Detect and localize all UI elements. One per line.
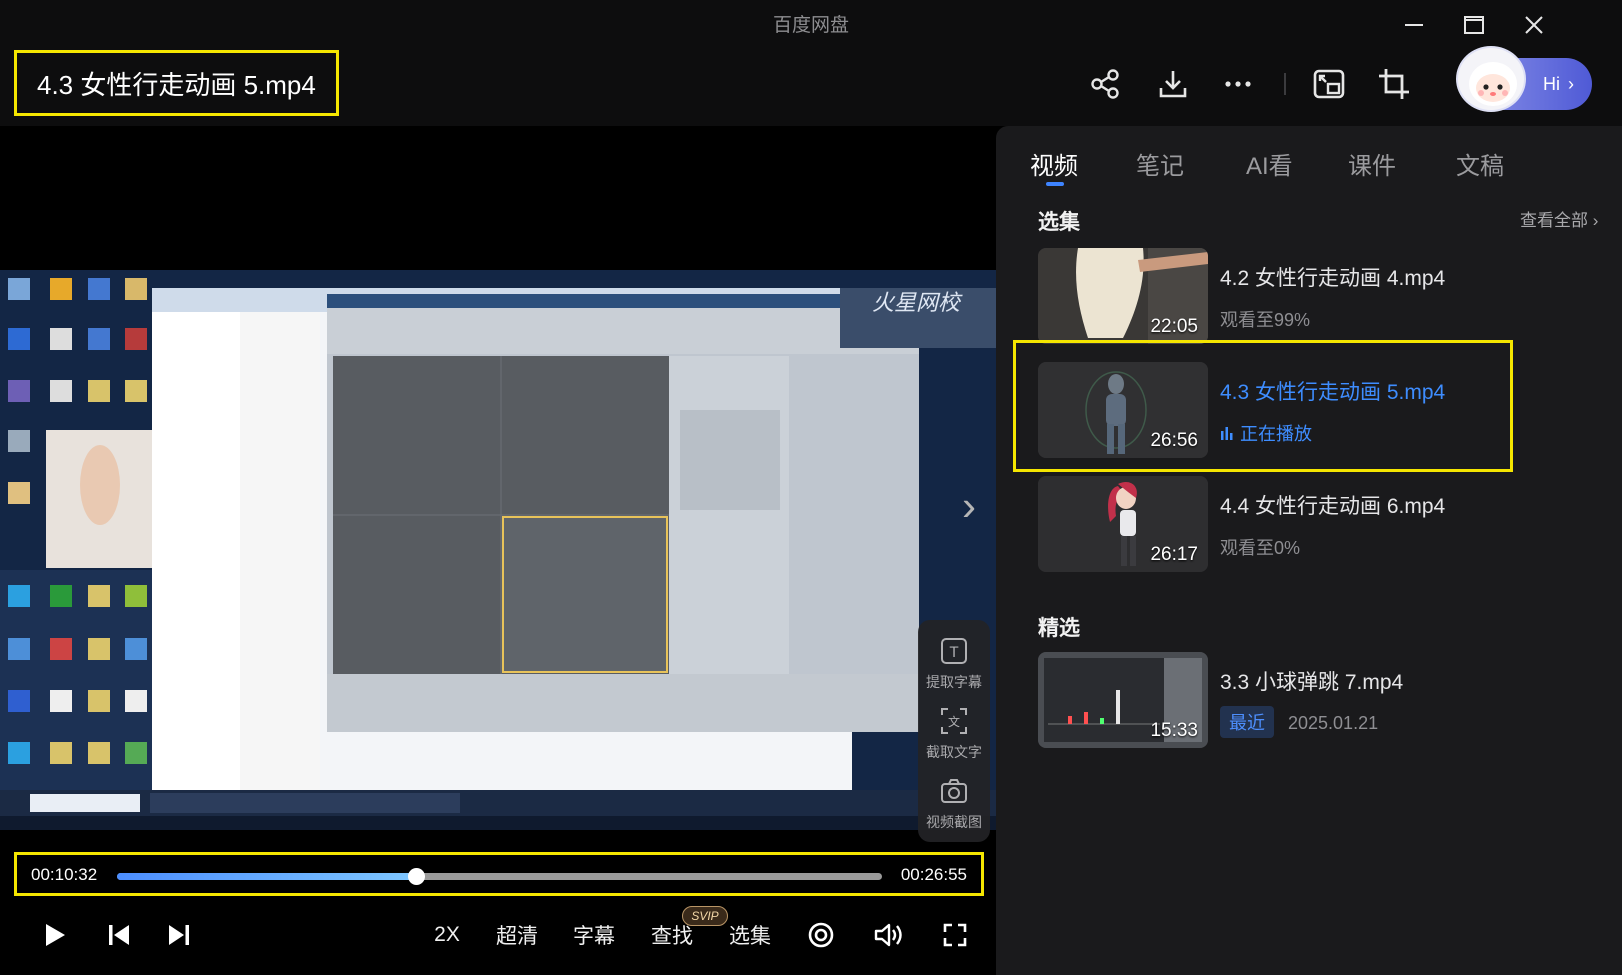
view-all-link[interactable]: 查看全部 › [1520, 206, 1598, 231]
chevron-right-icon: › [1568, 73, 1574, 94]
episode-title: 4.4 女性行走动画 6.mp4 [1220, 495, 1446, 518]
title-bar: 百度网盘 4.3 女性行走动画 5.mp4 Hi › [0, 0, 1622, 126]
featured-item[interactable]: 15:33 3.3 小球弹跳 7.mp4 最近 2025.01.21 [1038, 652, 1598, 748]
episode-duration: 22:05 [1150, 316, 1198, 337]
episodes-heading: 选集 [1038, 211, 1080, 234]
text-capture-icon: 文 [941, 708, 967, 734]
featured-meta: 最近 2025.01.21 [1220, 706, 1378, 738]
skip-next-icon [169, 925, 189, 945]
fullscreen-button[interactable] [940, 915, 970, 955]
current-time: 00:10:32 [31, 865, 98, 884]
episodes-button[interactable]: 选集 [727, 915, 773, 955]
tab-ai-watch[interactable]: AI看 [1246, 146, 1293, 181]
close-icon[interactable] [1512, 8, 1556, 42]
svg-text:火星网校: 火星网校 [872, 291, 963, 316]
camera-icon [941, 779, 967, 803]
video-frame[interactable]: 火星网校 [0, 270, 996, 830]
progress-bar[interactable]: 00:10:32 00:26:55 [14, 852, 984, 896]
maximize-icon[interactable] [1452, 8, 1496, 42]
featured-thumbnail: 15:33 [1038, 652, 1208, 748]
file-title: 4.3 女性行走动画 5.mp4 [14, 50, 339, 116]
next-video-arrow[interactable]: › [962, 482, 976, 530]
play-icon [46, 924, 65, 946]
download-icon[interactable] [1153, 64, 1193, 104]
fullscreen-icon [943, 923, 967, 947]
subtitles-button[interactable]: 字幕 [571, 915, 617, 955]
svg-text:文: 文 [948, 714, 960, 729]
extract-subtitles-button[interactable]: T 提取字幕 [918, 636, 990, 692]
tab-video[interactable]: 视频 [1030, 146, 1078, 181]
assistant-avatar[interactable] [1456, 46, 1526, 112]
extract-subtitles-label: 提取字幕 [926, 674, 982, 690]
toolbar-divider [1284, 73, 1286, 95]
episode-progress-text: 观看至0% [1220, 538, 1301, 558]
speed-button[interactable]: 2X [430, 915, 464, 955]
recent-badge: 最近 [1220, 706, 1274, 738]
video-screenshot-button[interactable]: 视频截图 [918, 776, 990, 832]
tab-transcript[interactable]: 文稿 [1456, 146, 1504, 181]
featured-heading: 精选 [1038, 617, 1080, 640]
video-screenshot-label: 视频截图 [926, 814, 982, 830]
play-button[interactable] [40, 915, 70, 955]
episode-duration: 26:17 [1150, 544, 1198, 565]
next-button[interactable] [164, 915, 194, 955]
volume-icon [874, 923, 902, 947]
view-all-label: 查看全部 [1520, 211, 1588, 230]
skip-previous-icon [109, 925, 129, 945]
tab-notes[interactable]: 笔记 [1136, 146, 1184, 181]
chevron-right-icon: › [1592, 211, 1599, 230]
quality-button[interactable]: 超清 [494, 915, 540, 955]
crop-icon[interactable] [1374, 64, 1414, 104]
previous-button[interactable] [104, 915, 134, 955]
more-icon[interactable] [1218, 64, 1258, 104]
featured-title: 3.3 小球弹跳 7.mp4 [1220, 671, 1404, 694]
episode-progress-text: 观看至99% [1220, 310, 1311, 330]
loop-icon [808, 922, 834, 948]
progress-handle[interactable] [408, 868, 426, 885]
app-title: 百度网盘 [772, 15, 849, 36]
share-icon[interactable] [1085, 64, 1125, 104]
current-episode-highlight [1013, 340, 1513, 472]
progress-track[interactable] [117, 868, 882, 885]
subtitle-extract-icon: T [941, 638, 967, 664]
picture-in-picture-icon[interactable] [1309, 64, 1349, 104]
svip-badge: SVIP [682, 906, 728, 926]
episode-item[interactable]: 26:17 4.4 女性行走动画 6.mp4 观看至0% [1038, 476, 1598, 572]
episode-thumbnail: 22:05 [1038, 248, 1208, 344]
episode-title: 4.2 女性行走动画 4.mp4 [1220, 267, 1446, 290]
volume-button[interactable] [872, 915, 906, 955]
loop-button[interactable] [806, 915, 836, 955]
featured-duration: 15:33 [1150, 720, 1198, 741]
active-tab-indicator [1046, 182, 1064, 186]
assistant-greeting: Hi [1543, 73, 1560, 94]
featured-date: 2025.01.21 [1288, 713, 1379, 733]
capture-text-label: 截取文字 [926, 744, 982, 760]
total-time: 00:26:55 [900, 865, 967, 884]
svg-text:T: T [949, 645, 959, 661]
episode-thumbnail: 26:17 [1038, 476, 1208, 572]
minimize-icon[interactable] [1392, 8, 1436, 42]
tab-courseware[interactable]: 课件 [1348, 146, 1396, 181]
episode-item[interactable]: 22:05 4.2 女性行走动画 4.mp4 观看至99% [1038, 248, 1598, 344]
progress-fill [117, 873, 417, 880]
capture-text-button[interactable]: 文 截取文字 [918, 706, 990, 762]
side-toolbar: T 提取字幕 文 截取文字 视频截图 [918, 620, 990, 842]
